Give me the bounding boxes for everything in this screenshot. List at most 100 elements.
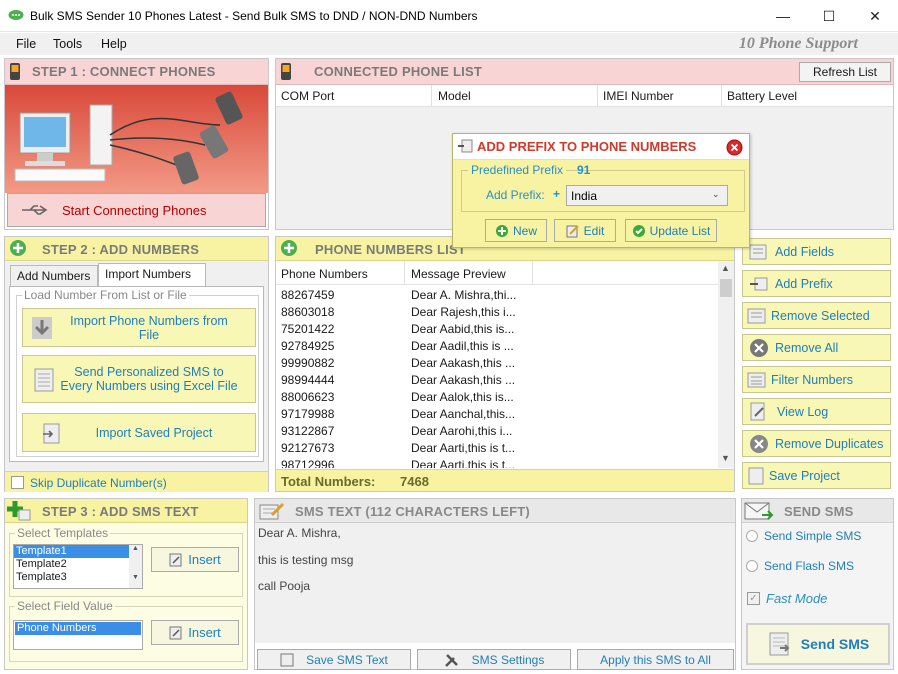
sms-settings-button[interactable]: SMS Settings	[417, 649, 571, 670]
send-sms-panel: SEND SMS Send Simple SMS Send Flash SMS …	[741, 498, 894, 670]
sms-textarea[interactable]: Dear A. Mishra, this is testing msg call…	[255, 523, 735, 643]
table-row[interactable]: 92127673 Dear Aarti,this is t...	[276, 440, 716, 457]
scroll-up-icon[interactable]: ▲	[129, 545, 142, 552]
view-log-icon	[750, 402, 765, 420]
table-row[interactable]: 93122867 Dear Aarohi,this i...	[276, 423, 716, 440]
add-prefix-label: Add Prefix	[775, 276, 833, 291]
update-list-button[interactable]: Update List	[625, 219, 717, 242]
scroll-down-icon[interactable]: ▼	[129, 574, 142, 581]
add-circle-icon	[10, 240, 26, 256]
field-value-label: Select Field Value	[15, 599, 115, 613]
col-model[interactable]: Model	[438, 89, 471, 103]
save-sms-text-label: Save SMS Text	[306, 652, 388, 667]
scroll-thumb[interactable]	[720, 279, 732, 297]
add-fields-label: Add Fields	[775, 244, 835, 259]
scroll-down-icon[interactable]: ▼	[721, 453, 730, 463]
phone-list-columns: Phone Numbers Message Preview	[276, 261, 718, 285]
phone-numbers-panel: PHONE NUMBERS LIST Phone Numbers Message…	[275, 236, 735, 492]
personalized-sms-button[interactable]: Send Personalized SMS to Every Numbers u…	[22, 355, 256, 403]
remove-selected-button[interactable]: Remove Selected	[742, 302, 891, 329]
minimize-button[interactable]: —	[760, 0, 806, 32]
field-value-listbox[interactable]: Phone Numbers	[13, 620, 143, 650]
step1-title: STEP 1 : CONNECT PHONES	[32, 64, 216, 79]
start-connecting-button[interactable]: Start Connecting Phones	[7, 193, 266, 227]
new-prefix-button[interactable]: New	[485, 219, 547, 242]
remove-selected-label: Remove Selected	[771, 308, 870, 323]
templates-listbox[interactable]: Template1 Template2 Template3 ▲ ▼	[13, 544, 143, 589]
table-row[interactable]: 75201422 Dear Aabid,this is...	[276, 321, 716, 338]
start-connecting-label: Start Connecting Phones	[62, 202, 207, 218]
templates-scrollbar[interactable]: ▲ ▼	[129, 545, 142, 588]
edit-prefix-button[interactable]: Edit	[554, 219, 616, 242]
add-circle-icon	[495, 224, 508, 237]
close-button[interactable]: ✕	[852, 0, 898, 32]
menu-tools[interactable]: Tools	[53, 37, 82, 51]
step2-title: STEP 2 : ADD NUMBERS	[42, 242, 200, 257]
predefined-prefix-value: 91	[577, 163, 591, 177]
remove-all-label: Remove All	[775, 340, 839, 355]
col-phone-numbers[interactable]: Phone Numbers	[281, 267, 368, 281]
table-row[interactable]: 98712996 Dear Aarti,this is t...	[276, 457, 716, 468]
save-project-button[interactable]: Save Project	[742, 462, 891, 489]
close-icon[interactable]	[726, 139, 743, 156]
remove-duplicates-button[interactable]: Remove Duplicates	[742, 430, 891, 457]
import-from-file-button[interactable]: Import Phone Numbers from File	[22, 308, 256, 347]
refresh-list-button[interactable]: Refresh List	[799, 62, 891, 82]
table-row[interactable]: 88006623 Dear Aalok,this is...	[276, 389, 716, 406]
save-project-label: Save Project	[769, 468, 840, 483]
connected-columns: COM Port Model IMEI Number Battery Level	[276, 85, 893, 107]
filter-numbers-button[interactable]: Filter Numbers	[742, 366, 891, 393]
send-document-icon	[769, 632, 790, 656]
maximize-button[interactable]: ☐	[806, 0, 852, 32]
add-fields-button[interactable]: Add Fields	[742, 238, 891, 265]
table-row[interactable]: 97179988 Dear Aanchal,this...	[276, 406, 716, 423]
tab-add-numbers[interactable]: Add Numbers	[10, 265, 98, 287]
col-battery[interactable]: Battery Level	[727, 89, 797, 103]
col-imei[interactable]: IMEI Number	[603, 89, 674, 103]
list-item[interactable]: Template1	[14, 545, 142, 558]
skip-duplicate-checkbox[interactable]	[11, 476, 24, 489]
table-row[interactable]: 88267459 Dear A. Mishra,thi...	[276, 287, 716, 304]
remove-all-button[interactable]: Remove All	[742, 334, 891, 361]
add-prefix-button[interactable]: Add Prefix	[742, 270, 891, 297]
table-row[interactable]: 99990882 Dear Aakash,this ...	[276, 355, 716, 372]
list-item[interactable]: Template2	[14, 558, 142, 571]
save-icon	[280, 653, 294, 666]
col-com-port[interactable]: COM Port	[281, 89, 334, 103]
col-divider	[721, 85, 722, 107]
app-icon	[8, 10, 24, 20]
send-simple-radio[interactable]	[746, 530, 758, 542]
send-sms-button[interactable]: Send SMS	[746, 623, 890, 665]
add-prefix-icon	[750, 277, 768, 290]
send-flash-radio[interactable]	[746, 560, 758, 572]
insert-field-button[interactable]: Insert	[151, 620, 239, 645]
phone-list-scrollbar[interactable]: ▲ ▼	[718, 261, 734, 468]
menu-help[interactable]: Help	[101, 37, 127, 51]
step3-panel: STEP 3 : ADD SMS TEXT Select Templates T…	[4, 498, 248, 670]
tab-import-numbers[interactable]: Import Numbers	[98, 263, 206, 287]
import-saved-project-button[interactable]: Import Saved Project	[22, 413, 256, 452]
step3-header: STEP 3 : ADD SMS TEXT	[5, 499, 247, 523]
table-row[interactable]: 98994444 Dear Aakash,this ...	[276, 372, 716, 389]
col-message-preview[interactable]: Message Preview	[411, 267, 506, 281]
refresh-list-label: Refresh List	[812, 65, 878, 79]
import-project-icon	[43, 423, 60, 444]
skip-duplicate-row: Skip Duplicate Number(s)	[5, 471, 268, 492]
country-select[interactable]: India ⌄	[566, 185, 728, 206]
prefix-dialog-title: ADD PREFIX TO PHONE NUMBERS	[477, 139, 697, 154]
table-row[interactable]: 88603018 Dear Rajesh,this i...	[276, 304, 716, 321]
list-item[interactable]: Phone Numbers	[15, 622, 141, 635]
view-log-button[interactable]: View Log	[742, 398, 891, 425]
insert-template-button[interactable]: Insert	[151, 547, 239, 572]
save-sms-text-button[interactable]: Save SMS Text	[257, 649, 411, 670]
scroll-up-icon[interactable]: ▲	[721, 263, 730, 273]
menu-file[interactable]: File	[16, 37, 36, 51]
apply-sms-all-button[interactable]: Apply this SMS to All	[577, 649, 734, 670]
list-item[interactable]: Template3	[14, 571, 142, 584]
phone-icon	[10, 63, 20, 80]
sms-text-title: SMS TEXT (112 CHARACTERS LEFT)	[295, 504, 530, 519]
fast-mode-checkbox[interactable]: ✓	[747, 592, 760, 605]
prefix-dialog-header: ADD PREFIX TO PHONE NUMBERS	[453, 134, 749, 160]
tools-icon	[444, 653, 458, 667]
table-row[interactable]: 92784925 Dear Aadil,this is ...	[276, 338, 716, 355]
